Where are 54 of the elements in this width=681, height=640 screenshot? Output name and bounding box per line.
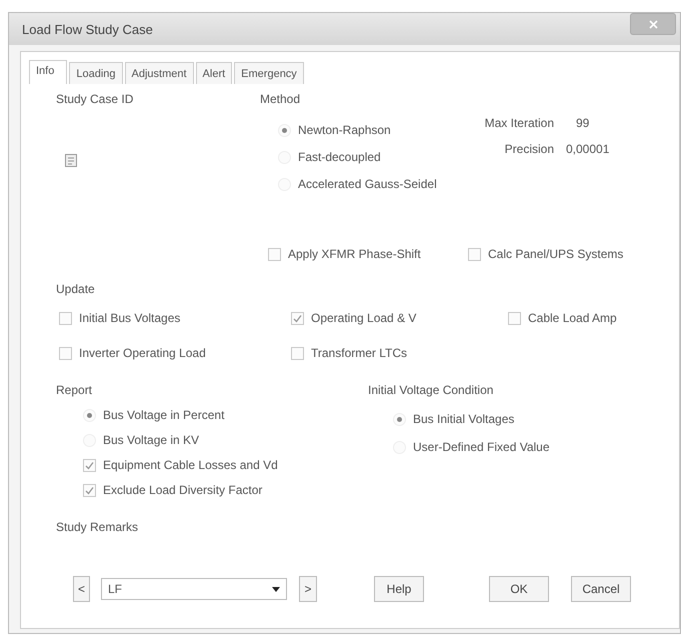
radio-label: Bus Initial Voltages <box>413 412 514 426</box>
tab[interactable]: Adjustment <box>124 62 194 84</box>
caret-icon <box>272 586 280 592</box>
close-icon <box>648 20 658 28</box>
field-value: 0,00001 <box>565 142 610 156</box>
section-label: Study Remarks <box>56 520 138 534</box>
checkbox-label: Calc Panel/UPS Systems <box>488 247 624 261</box>
checkbox[interactable] <box>291 346 304 360</box>
previous-button[interactable]: < <box>73 576 90 602</box>
radio-label: Fast-decoupled <box>298 150 381 164</box>
radio-label: Newton-Raphson <box>298 123 391 137</box>
section-label: Report <box>56 383 94 397</box>
radio-label: Bus Voltage in KV <box>103 433 200 447</box>
field-label: Max Iteration <box>484 116 554 130</box>
checkbox[interactable] <box>291 312 304 324</box>
tab[interactable]: Loading <box>69 62 123 84</box>
checkbox[interactable] <box>59 312 72 324</box>
checkbox[interactable] <box>83 484 96 496</box>
checkbox-label: Transformer LTCs <box>311 346 408 360</box>
next-button[interactable]: > <box>299 576 317 602</box>
tab[interactable]: Info <box>29 60 68 84</box>
dialog-button[interactable]: Cancel <box>571 576 631 602</box>
window-title: Load Flow Study Case <box>22 22 153 36</box>
checkbox-label: Operating Load & V <box>311 311 416 325</box>
field-label: Precision <box>504 142 554 156</box>
checkbox[interactable] <box>468 248 481 260</box>
radio-label: Accelerated Gauss-Seidel <box>298 177 437 191</box>
document-icon <box>65 154 77 167</box>
checkbox[interactable] <box>59 346 72 360</box>
checkbox-label: Equipment Cable Losses and Vd <box>103 458 278 472</box>
field-label: Study Case ID <box>56 92 134 106</box>
radio-button[interactable] <box>83 408 96 422</box>
field-value: 99 <box>575 116 590 130</box>
checkbox[interactable] <box>83 458 96 472</box>
section-label: Method <box>260 92 302 106</box>
tab[interactable]: Emergency <box>234 62 304 84</box>
checkbox-label: Cable Load Amp <box>528 311 617 325</box>
checkbox-label: Apply XFMR Phase-Shift <box>288 247 421 261</box>
checkbox[interactable] <box>268 248 281 260</box>
dropdown[interactable]: LF <box>101 578 287 600</box>
close-button[interactable] <box>630 13 676 35</box>
radio-button[interactable] <box>278 124 291 136</box>
checkbox-label: Initial Bus Voltages <box>79 311 180 325</box>
checkbox-label: Exclude Load Diversity Factor <box>103 483 262 497</box>
section-label: Initial Voltage Condition <box>368 383 494 397</box>
radio-label: User-Defined Fixed Value <box>413 440 550 454</box>
tab[interactable]: Alert <box>196 62 232 84</box>
section-label: Update <box>56 282 95 296</box>
radio-button[interactable] <box>393 412 406 426</box>
radio-label: Bus Voltage in Percent <box>103 408 224 422</box>
checkbox-label: Inverter Operating Load <box>79 346 206 360</box>
dialog-button[interactable]: Help <box>374 576 424 602</box>
checkbox[interactable] <box>508 312 521 324</box>
dialog-button[interactable]: OK <box>489 576 549 602</box>
